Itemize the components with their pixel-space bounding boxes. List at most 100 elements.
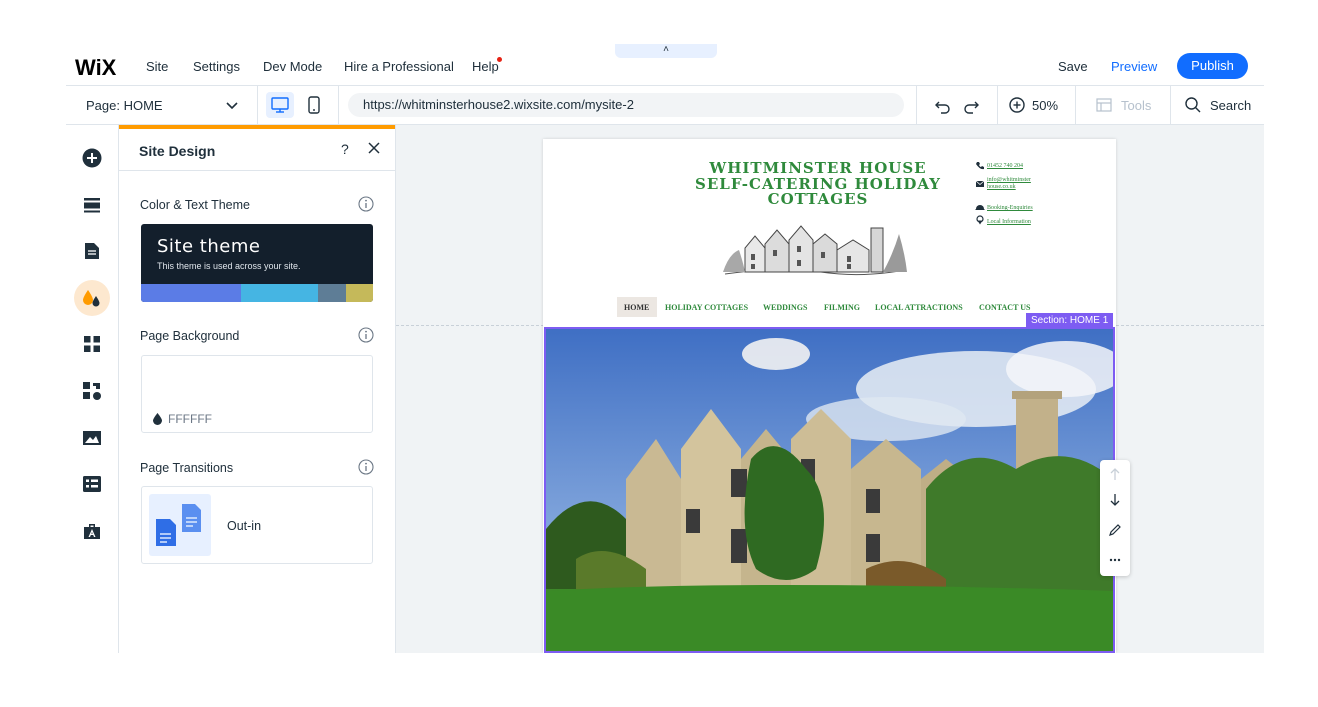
business-icon: [83, 382, 101, 400]
undo-icon[interactable]: [934, 97, 952, 115]
theme-swatch: [141, 284, 241, 302]
menu-settings[interactable]: Settings: [193, 59, 240, 74]
left-rail: [66, 125, 119, 653]
mobile-icon: [308, 96, 320, 114]
section-label-badge[interactable]: Section: HOME 1: [1026, 313, 1114, 328]
site-title[interactable]: WHITMINSTER HOUSE SELF-CATERING HOLIDAY …: [683, 160, 953, 208]
toolbar-divider: [257, 86, 258, 124]
arrow-up-icon: [1110, 468, 1120, 480]
transition-thumbnail: [149, 494, 211, 556]
page-transitions-label: Page Transitions: [140, 461, 234, 475]
nav-home[interactable]: HOME: [624, 303, 649, 312]
panel-title: Site Design: [139, 143, 216, 159]
info-icon[interactable]: [358, 327, 374, 343]
rail-media-button[interactable]: [74, 420, 110, 456]
collapse-top-bar-tab[interactable]: ˄: [615, 44, 717, 58]
apps-icon: [84, 336, 100, 352]
page-selector[interactable]: Page: HOME: [86, 98, 163, 113]
search-button[interactable]: Search: [1210, 98, 1251, 113]
move-down-button[interactable]: [1100, 486, 1130, 514]
portfolio-icon: [84, 524, 100, 539]
cms-icon: [83, 476, 101, 492]
toolbar-divider: [916, 86, 917, 124]
info-icon[interactable]: [358, 196, 374, 212]
more-icon: [1109, 558, 1121, 562]
color-drop-icon: [153, 413, 162, 425]
theme-name: Site theme: [157, 236, 261, 257]
toolbar-divider: [338, 86, 339, 124]
nav-weddings[interactable]: WEDDINGS: [763, 303, 807, 312]
color-theme-label: Color & Text Theme: [140, 198, 251, 212]
nav-filming[interactable]: FILMING: [824, 303, 860, 312]
edit-section-button[interactable]: [1100, 516, 1130, 544]
rail-portfolio-button[interactable]: [74, 513, 110, 549]
house-photo[interactable]: [546, 329, 1113, 651]
theme-swatch: [318, 284, 346, 302]
preview-button[interactable]: Preview: [1111, 59, 1157, 74]
rail-cms-button[interactable]: [74, 466, 110, 502]
contact-email-domain[interactable]: house.co.uk: [987, 184, 1016, 190]
pencil-icon: [1109, 524, 1121, 536]
search-icon[interactable]: [1184, 96, 1202, 114]
rail-site-design-button[interactable]: [74, 280, 110, 316]
theme-swatch: [346, 284, 373, 302]
move-up-button[interactable]: [1100, 460, 1130, 488]
toolbar-divider: [1170, 86, 1171, 124]
pages-icon: [85, 243, 99, 259]
save-button[interactable]: Save: [1058, 59, 1088, 74]
site-design-panel: Site Design ? Color & Text Theme Site th…: [119, 125, 396, 653]
site-theme-card[interactable]: Site theme This theme is used across you…: [141, 224, 373, 302]
wix-logo[interactable]: WiX: [75, 55, 116, 81]
theme-swatch: [241, 284, 318, 302]
site-page[interactable]: WHITMINSTER HOUSE SELF-CATERING HOLIDAY …: [543, 139, 1116, 653]
site-url-field[interactable]: https://whitminsterhouse2.wixsite.com/my…: [348, 93, 904, 117]
redo-icon[interactable]: [962, 97, 980, 115]
top-bar: WiX Site Settings Dev Mode Hire a Profes…: [66, 44, 1264, 86]
more-actions-button[interactable]: [1100, 546, 1130, 574]
publish-button[interactable]: Publish: [1177, 53, 1248, 79]
contact-booking-link[interactable]: Booking-Enquiries: [987, 205, 1033, 211]
zoom-level[interactable]: 50%: [1032, 98, 1058, 113]
mobile-view-button[interactable]: [304, 92, 324, 118]
email-icon: [975, 180, 985, 187]
location-pin-icon: [976, 215, 984, 225]
house-sketch-image[interactable]: [721, 214, 909, 282]
desktop-icon: [271, 97, 289, 113]
contact-phone[interactable]: 01452 740 204: [987, 163, 1023, 169]
rail-apps-button[interactable]: [74, 326, 110, 362]
toolbar-divider: [1075, 86, 1076, 124]
add-icon: [82, 148, 102, 168]
editor-toolbar: Page: HOME https://whitminsterhouse2.wix…: [66, 86, 1264, 125]
transition-value: Out-in: [227, 519, 262, 533]
tools-button[interactable]: Tools: [1121, 98, 1151, 113]
page-background-card[interactable]: FFFFFF: [141, 355, 373, 433]
panel-accent-bar: [119, 125, 395, 129]
menu-dev-mode[interactable]: Dev Mode: [263, 59, 322, 74]
nav-local-attractions[interactable]: LOCAL ATTRACTIONS: [875, 303, 963, 312]
rail-pages-button[interactable]: [74, 233, 110, 269]
nav-holiday-cottages[interactable]: HOLIDAY COTTAGES: [665, 303, 748, 312]
menu-help[interactable]: Help: [472, 59, 499, 74]
section-floating-toolbar: [1100, 460, 1130, 576]
nav-contact-us[interactable]: CONTACT US: [979, 303, 1031, 312]
contact-email[interactable]: info@whitminster: [987, 177, 1031, 183]
panel-help-button[interactable]: ?: [341, 141, 349, 157]
chevron-down-icon[interactable]: [224, 97, 240, 113]
editor-canvas[interactable]: WHITMINSTER HOUSE SELF-CATERING HOLIDAY …: [396, 125, 1264, 653]
booking-icon: [975, 205, 985, 210]
toolbar-divider: [997, 86, 998, 124]
info-icon[interactable]: [358, 459, 374, 475]
desktop-view-button[interactable]: [266, 92, 294, 118]
hero-section[interactable]: [544, 327, 1115, 653]
zoom-in-icon[interactable]: [1008, 96, 1026, 114]
arrow-down-icon: [1110, 494, 1120, 506]
menu-site[interactable]: Site: [146, 59, 168, 74]
close-icon[interactable]: [367, 141, 381, 155]
rail-business-button[interactable]: [74, 373, 110, 409]
rail-add-button[interactable]: [74, 140, 110, 176]
rail-sections-button[interactable]: [74, 187, 110, 223]
menu-hire-professional[interactable]: Hire a Professional: [344, 59, 454, 74]
contact-local-info-link[interactable]: Local Information: [987, 219, 1031, 225]
tools-icon[interactable]: [1096, 97, 1112, 113]
page-transitions-card[interactable]: Out-in: [141, 486, 373, 564]
